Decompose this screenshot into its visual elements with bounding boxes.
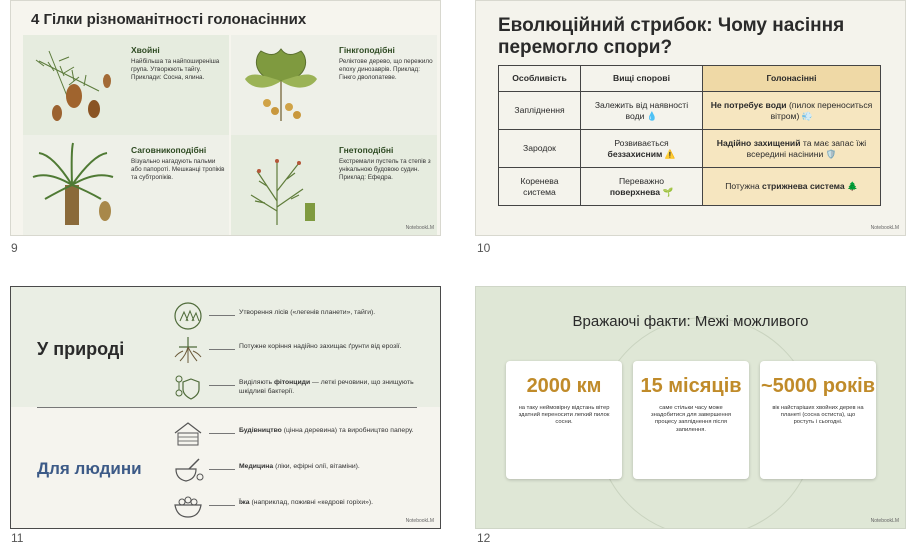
group-title: Гнетоподібні bbox=[339, 145, 394, 155]
section-heading-human: Для людини bbox=[37, 459, 142, 478]
group-description: Найбільша та найпоширеніша група. Утворю… bbox=[131, 58, 220, 81]
group-description: Екстремали пустель та степів з унікально… bbox=[339, 158, 431, 181]
pine-branch-icon bbox=[35, 50, 111, 121]
fact-value: 15 місяців bbox=[640, 375, 742, 397]
slide-number: 11 bbox=[11, 531, 24, 542]
table-header: Вищі спорові bbox=[580, 65, 703, 92]
table-header-highlight: Голонасінні bbox=[702, 65, 881, 92]
benefit-text: Їжа (наприклад, поживні «кедрові горіхи»… bbox=[239, 499, 374, 506]
mortar-pestle-icon bbox=[175, 458, 204, 482]
slide-number: 10 bbox=[477, 241, 491, 255]
group-title: Саговникоподібні bbox=[131, 145, 207, 155]
group-card-ginkgo: Гінкгоподібні Реліктове дерево, що переж… bbox=[231, 35, 437, 135]
benefit-row: Виділяють фітонциди — леткі речовини, що… bbox=[171, 371, 431, 401]
group-description: Візуально нагадують пальми або папороті.… bbox=[131, 158, 225, 181]
benefit-text: Потужне коріння надійно захищає ґрунти в… bbox=[239, 343, 402, 350]
bold-text: беззахисним bbox=[607, 148, 663, 159]
cell-text: Потужна bbox=[725, 181, 763, 191]
connector-line bbox=[209, 349, 235, 350]
slide-thumbnail-11[interactable]: У природі Для людини Утворення лісів («л… bbox=[10, 286, 441, 529]
fact-card: 2000 км на таку неймовірну відстань віте… bbox=[506, 361, 622, 479]
sprout-icon: 🌱 bbox=[660, 186, 674, 197]
watermark: NotebookLM bbox=[405, 518, 434, 524]
bold-text: поверхнева bbox=[609, 186, 661, 197]
fact-description: вік найстаріших хвойних дерев на планеті… bbox=[772, 405, 864, 426]
slide-thumbnail-10[interactable]: Еволюційний стрибок: Чому насіння перемо… bbox=[475, 0, 906, 236]
table-row: Коренева система Переважно поверхнева 🌱 … bbox=[498, 167, 881, 206]
connector-line bbox=[209, 433, 235, 434]
benefit-text: Медицина (ліки, ефірні олії, вітаміни). bbox=[239, 463, 360, 470]
cell-text: Розвивається bbox=[614, 137, 669, 148]
group-card-gnetophytes: Гнетоподібні Екстремали пустель та степі… bbox=[231, 135, 437, 235]
table-cell: Розвивається беззахисним ⚠️ bbox=[580, 129, 703, 168]
tree-icon: 🌲 bbox=[844, 181, 858, 191]
table-cell: Коренева система bbox=[498, 167, 581, 206]
group-card-cycads: Саговникоподібні Візуально нагадують пал… bbox=[23, 135, 229, 235]
benefit-row: Медицина (ліки, ефірні олії, вітаміни). bbox=[171, 455, 431, 485]
fact-card: ~5000 років вік найстаріших хвойних дере… bbox=[760, 361, 876, 479]
benefit-row: Потужне коріння надійно захищає ґрунти в… bbox=[171, 335, 431, 365]
group-description: Реліктове дерево, що пережило епоху дино… bbox=[339, 58, 433, 81]
warning-icon: ⚠️ bbox=[662, 148, 676, 159]
table-cell: Переважно поверхнева 🌱 bbox=[580, 167, 703, 206]
fact-description: саме стільки часу може знадобитися для з… bbox=[650, 405, 732, 433]
slide-thumbnail-9[interactable]: 4 Гілки різноманітності голонасінних Хво… bbox=[10, 0, 441, 236]
fact-description: на таку неймовірну відстань вітер здатни… bbox=[518, 405, 610, 426]
table-row: Зародок Розвивається беззахисним ⚠️ Наді… bbox=[498, 129, 881, 168]
watermark: NotebookLM bbox=[870, 225, 899, 231]
benefit-text: Утворення лісів («легенів планети», тайг… bbox=[239, 309, 376, 316]
slide-title: Вражаючі факти: Межі можливого bbox=[572, 313, 809, 330]
slide-title: Еволюційний стрибок: Чому насіння перемо… bbox=[498, 15, 845, 58]
connector-line bbox=[209, 385, 235, 386]
table-header-row: Особливість Вищі спорові Голонасінні bbox=[498, 65, 881, 92]
slide-number: 9 bbox=[11, 241, 18, 255]
benefit-text: Виділяють фітонциди — леткі речовини, що… bbox=[239, 379, 414, 395]
fact-value: ~5000 років bbox=[760, 375, 876, 397]
bold-text: стрижнева система bbox=[762, 181, 845, 191]
fact-value: 2000 км bbox=[526, 375, 602, 397]
group-title: Гінкгоподібні bbox=[339, 45, 395, 55]
ginkgo-leaf-icon bbox=[245, 48, 317, 121]
group-card-conifers: Хвойні Найбільша та найпоширеніша група.… bbox=[23, 35, 229, 135]
table-cell-highlight: Не потребує води (пилок переноситься віт… bbox=[702, 91, 881, 130]
section-heading-nature: У природі bbox=[37, 339, 125, 359]
forest-globe-icon bbox=[174, 302, 202, 330]
cell-text: Переважно bbox=[618, 175, 665, 186]
slide-title: 4 Гілки різноманітності голонасінних bbox=[31, 11, 307, 28]
table-row: Запліднення Залежить від наявності води … bbox=[498, 91, 881, 130]
nut-bowl-icon bbox=[174, 496, 202, 518]
table-cell: Зародок bbox=[498, 129, 581, 168]
table-cell: Запліднення bbox=[498, 91, 581, 130]
connector-line bbox=[209, 505, 235, 506]
connector-line bbox=[209, 469, 235, 470]
benefit-text: Будівництво (цінна деревина) та виробниц… bbox=[239, 427, 414, 434]
bold-text: Не потребує води bbox=[710, 99, 787, 110]
table-cell-highlight: Потужна стрижнева система 🌲 bbox=[702, 167, 881, 206]
connector-line bbox=[209, 315, 235, 316]
molecule-shield-icon bbox=[175, 375, 200, 400]
benefit-row: Їжа (наприклад, поживні «кедрові горіхи»… bbox=[171, 491, 431, 521]
cycad-palm-icon bbox=[32, 142, 114, 225]
section-divider bbox=[37, 407, 417, 408]
bold-text: Надійно захищений bbox=[716, 137, 801, 148]
watermark: NotebookLM bbox=[870, 518, 899, 524]
benefit-row: Утворення лісів («легенів планети», тайг… bbox=[171, 301, 431, 331]
house-lumber-icon bbox=[174, 422, 202, 446]
table-cell-highlight: Надійно захищений та має запас їжі всере… bbox=[702, 129, 881, 168]
slide-thumbnail-12[interactable]: Вражаючі факти: Межі можливого 2000 км н… bbox=[475, 286, 906, 529]
slide-grid: 4 Гілки різноманітності голонасінних Хво… bbox=[0, 0, 913, 542]
ephedra-plant-icon bbox=[250, 159, 315, 225]
roots-icon bbox=[174, 337, 202, 363]
cell-text: (пилок переноситься вітром) 💨 bbox=[770, 99, 873, 121]
watermark: NotebookLM bbox=[405, 225, 434, 231]
table-header: Особливість bbox=[498, 65, 581, 92]
benefit-row: Будівництво (цінна деревина) та виробниц… bbox=[171, 419, 431, 449]
slide-number: 12 bbox=[477, 531, 491, 542]
fact-card: 15 місяців саме стільки часу може знадоб… bbox=[633, 361, 749, 479]
comparison-table: Особливість Вищі спорові Голонасінні Зап… bbox=[498, 65, 881, 206]
group-title: Хвойні bbox=[131, 45, 160, 55]
table-cell: Залежить від наявності води 💧 bbox=[580, 91, 703, 130]
